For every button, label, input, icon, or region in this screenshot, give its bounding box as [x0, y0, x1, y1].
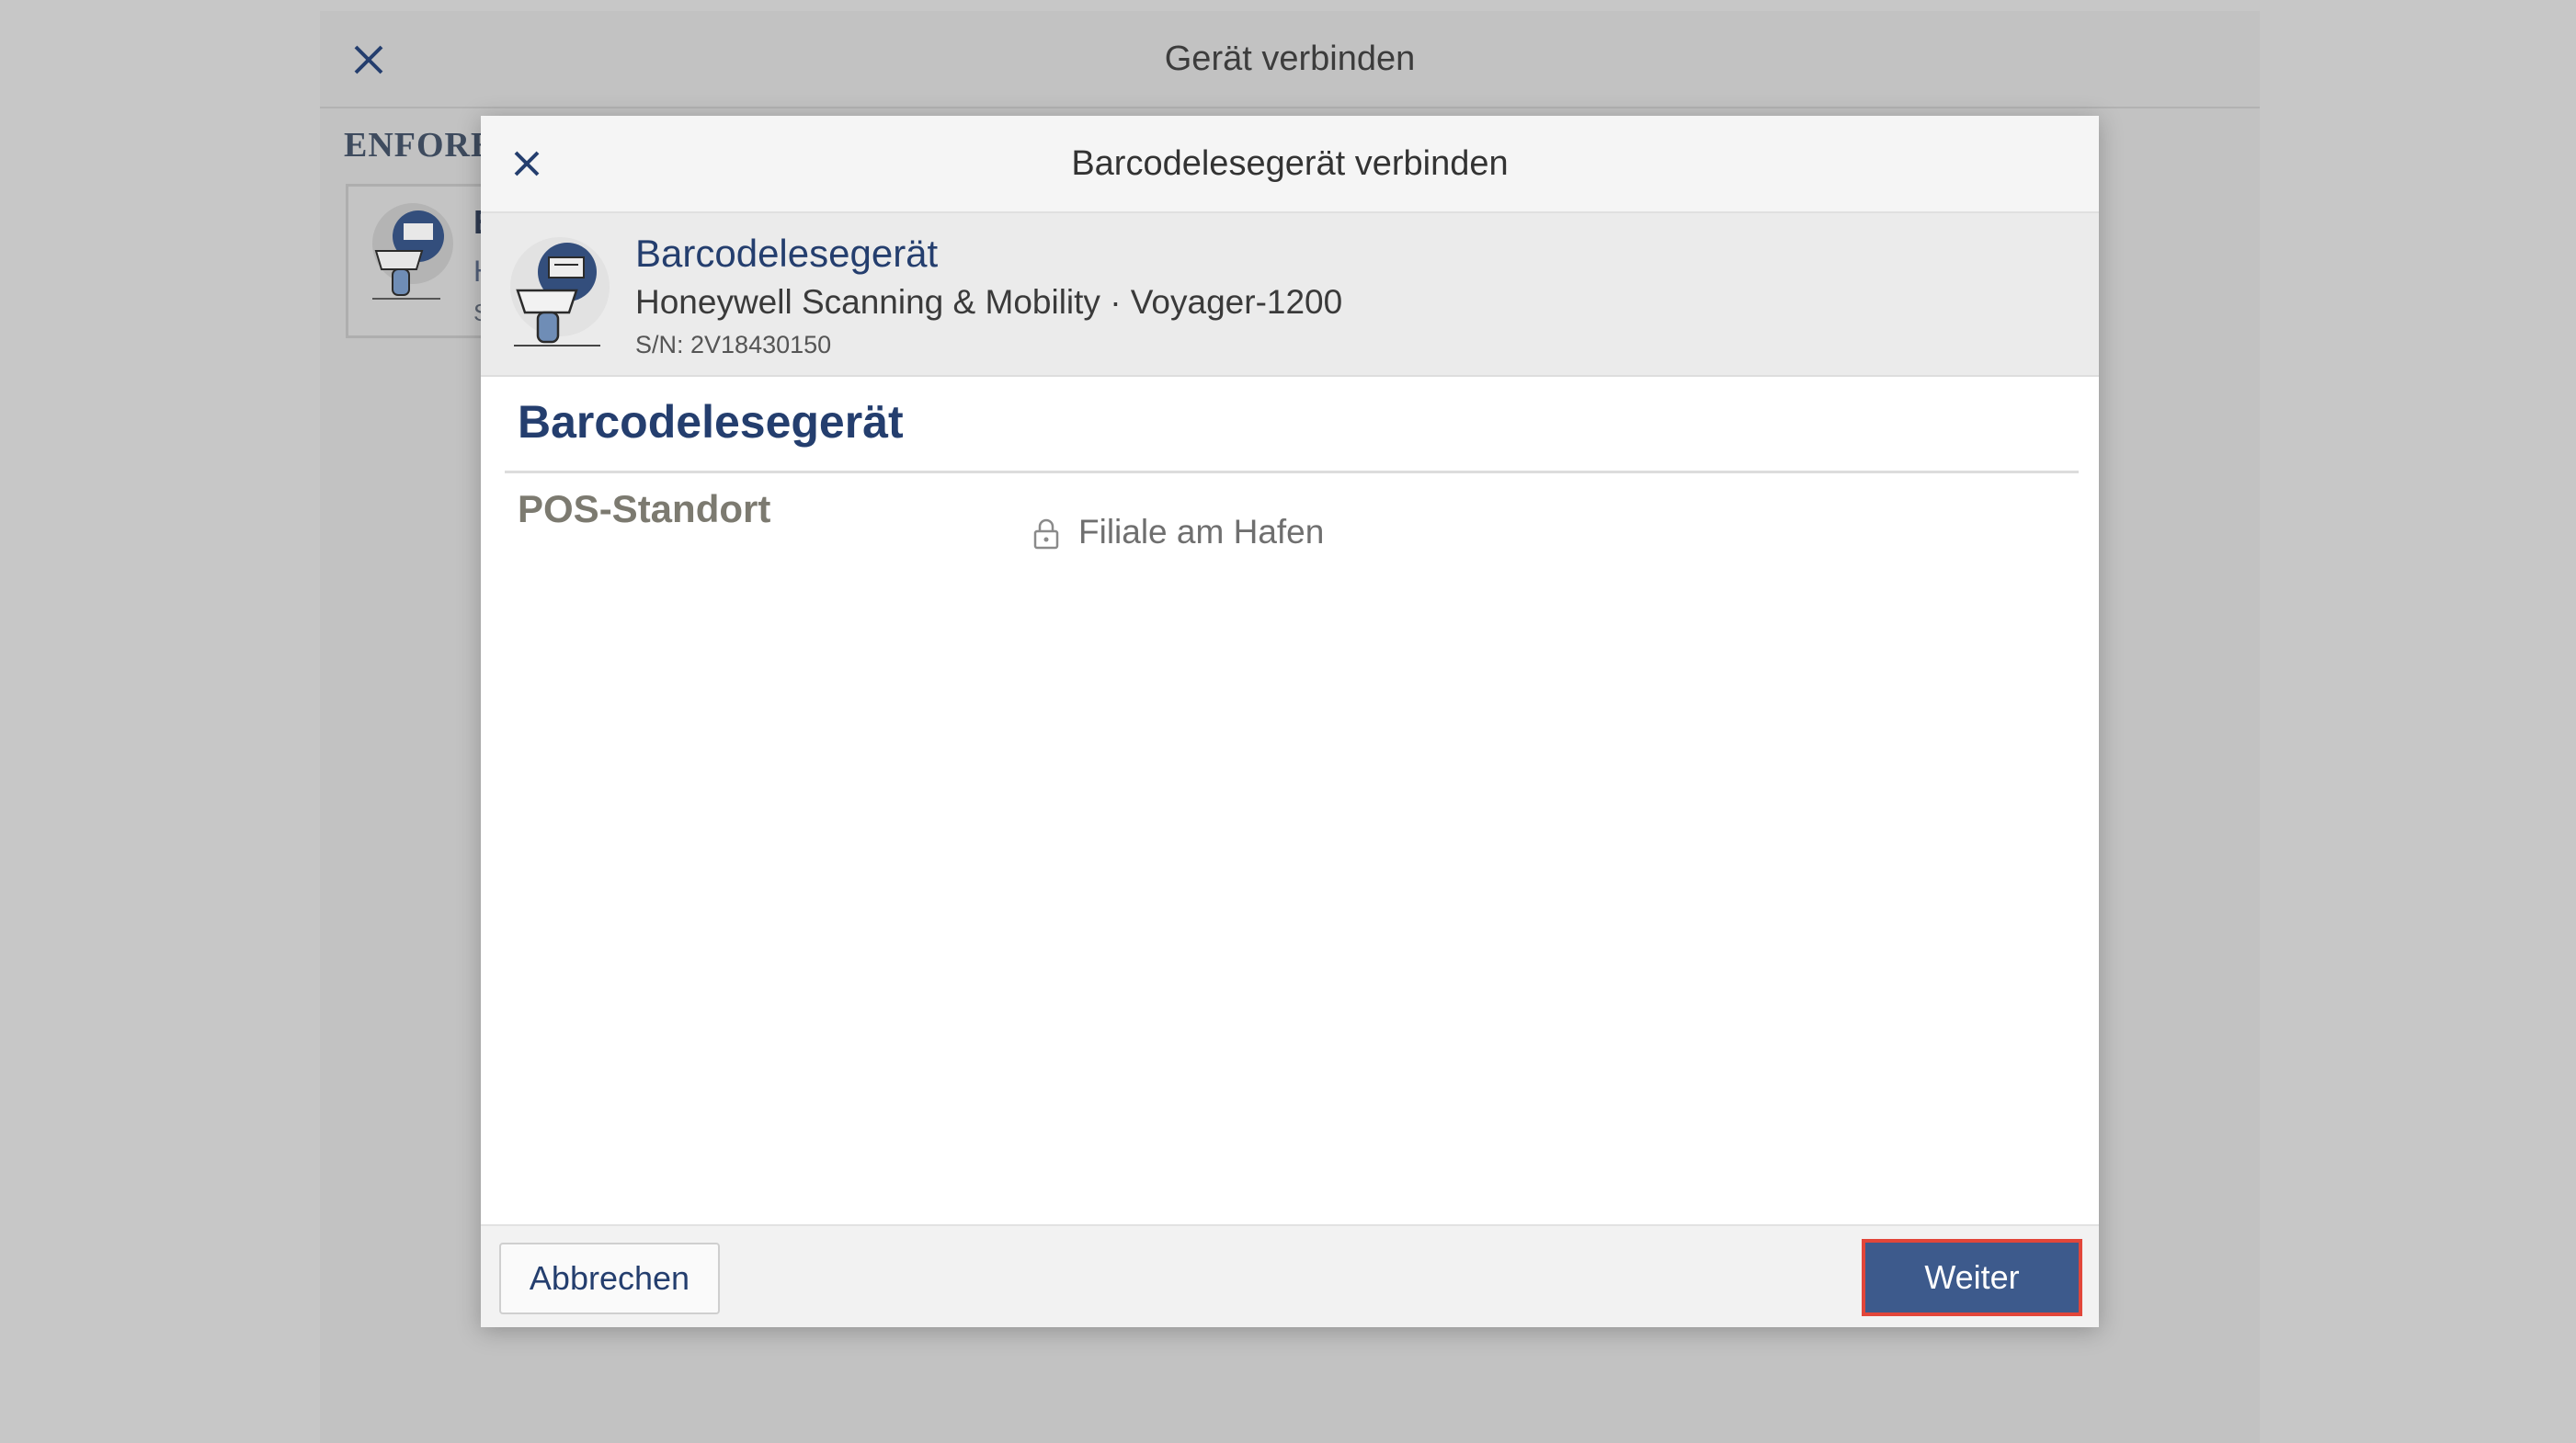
modal-footer: Abbrechen Weiter: [481, 1224, 2099, 1327]
close-icon: [514, 151, 540, 176]
pos-location-value: Filiale am Hafen: [1078, 513, 1325, 551]
outer-close-button[interactable]: [348, 39, 390, 81]
outer-dialog-header: Gerät verbinden: [320, 11, 2260, 108]
modal-header: Barcodelesegerät verbinden: [481, 116, 2099, 211]
device-serial: S/N: 2V18430150: [635, 331, 832, 358]
next-button[interactable]: Weiter: [1862, 1239, 2082, 1316]
device-name: Barcodelesegerät: [635, 232, 939, 275]
section-title: Barcodelesegerät: [518, 396, 904, 448]
connect-scanner-modal: Barcodelesegerät verbinden Barcodelesege…: [481, 116, 2099, 1327]
device-model: Honeywell Scanning & Mobility · Voyager-…: [635, 283, 1343, 321]
screen: Gerät verbinden ENFORE A B H S/: [0, 0, 2576, 1443]
device-summary: Barcodelesegerät Honeywell Scanning & Mo…: [481, 211, 2099, 377]
section-divider: [505, 471, 2079, 473]
outer-dialog-title: Gerät verbinden: [1164, 39, 1416, 78]
modal-close-button[interactable]: [499, 136, 554, 191]
pos-location-label: POS-Standort: [518, 487, 771, 530]
lock-icon: [1033, 518, 1059, 550]
cancel-button[interactable]: Abbrechen: [499, 1243, 720, 1314]
modal-title: Barcodelesegerät verbinden: [1071, 143, 1509, 183]
close-icon: [354, 45, 383, 74]
barcode-scanner-icon: [372, 203, 453, 300]
barcode-scanner-icon: [510, 237, 610, 347]
